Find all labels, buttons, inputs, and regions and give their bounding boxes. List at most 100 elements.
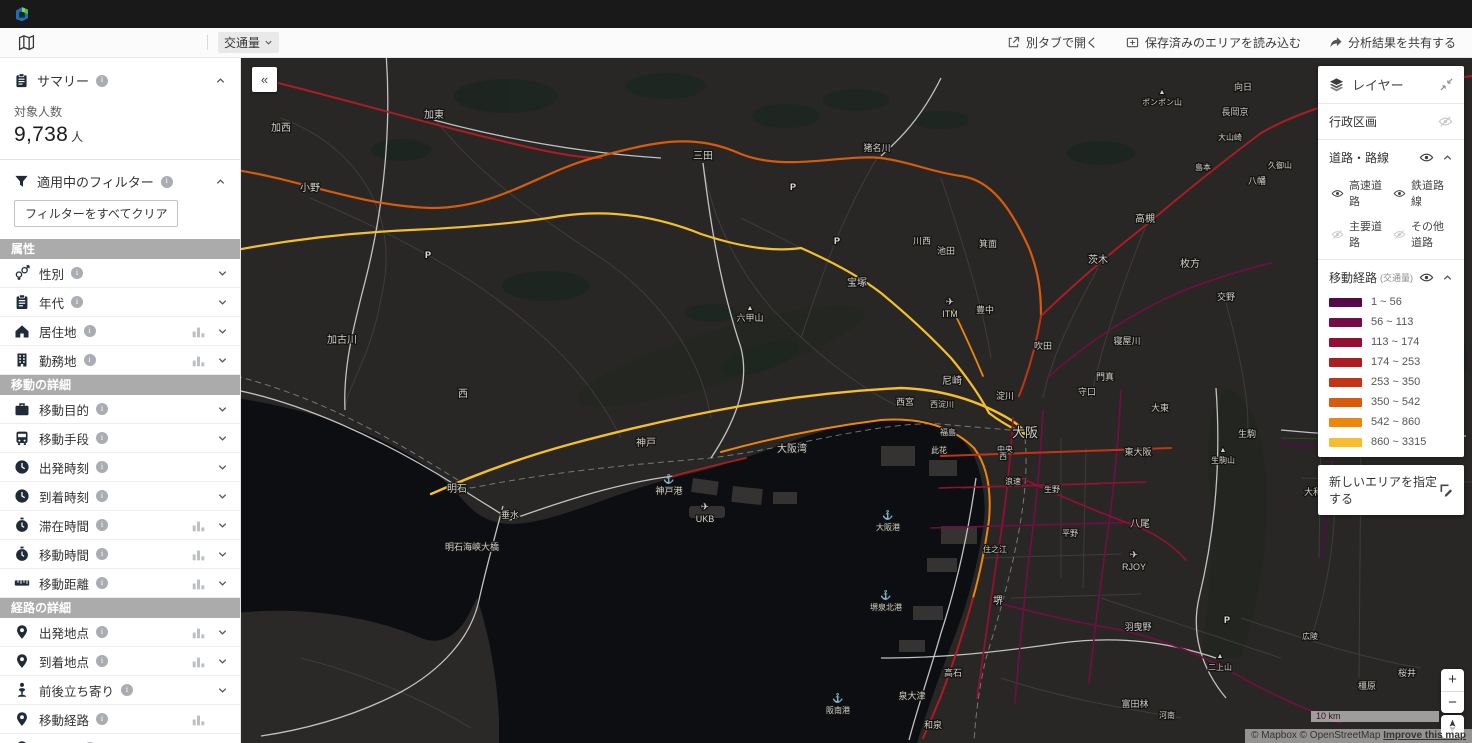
chevron-up-icon[interactable] — [215, 75, 226, 86]
info-icon[interactable] — [96, 626, 109, 638]
filter-row[interactable]: 滞在時間 — [0, 511, 240, 540]
clear-filters-button[interactable]: フィルターをすべてクリア — [14, 200, 179, 227]
info-icon[interactable] — [96, 490, 109, 502]
info-icon[interactable] — [96, 519, 109, 531]
histogram-icon[interactable] — [191, 547, 206, 562]
target-count-value: 9,738 人 — [14, 123, 84, 146]
map-place-label: 西淀川 — [930, 399, 954, 409]
chevron-down-icon[interactable] — [217, 491, 228, 502]
filter-row[interactable]: 居住地 — [0, 317, 240, 346]
chevron-down-icon[interactable] — [217, 268, 228, 279]
sublayer-toggle[interactable]: 主要道路 — [1331, 218, 1391, 250]
legend-range: 350 ~ 542 — [1371, 396, 1421, 408]
chevron-up-icon[interactable] — [1442, 152, 1453, 163]
dataset-dropdown[interactable]: 交通量 — [218, 32, 280, 53]
info-icon[interactable] — [83, 325, 96, 337]
filter-row[interactable]: 前後立ち寄り — [0, 676, 240, 705]
new-area-button[interactable]: 新しいエリアを指定する — [1318, 465, 1464, 515]
filter-row[interactable]: 性別 — [0, 259, 240, 288]
histogram-icon[interactable] — [191, 324, 206, 339]
sublayer-toggle[interactable]: 高速道路 — [1331, 177, 1391, 209]
layer-row-roads[interactable]: 道路・路線 — [1329, 149, 1453, 166]
chevron-up-icon[interactable] — [1442, 272, 1453, 283]
info-icon[interactable] — [96, 548, 109, 560]
info-icon[interactable] — [96, 713, 109, 725]
chevron-down-icon[interactable] — [217, 627, 228, 638]
info-icon[interactable] — [71, 296, 84, 308]
filters-header[interactable]: 適用中のフィルター — [0, 160, 240, 191]
toolbar-action-button[interactable]: 保存済みのエリアを読み込む — [1126, 34, 1301, 51]
eye-icon[interactable] — [1419, 270, 1434, 285]
histogram-icon[interactable] — [191, 353, 206, 368]
filter-row[interactable]: 出発時刻 — [0, 453, 240, 482]
app-logo-icon[interactable] — [13, 5, 31, 23]
info-icon[interactable] — [83, 354, 96, 366]
histogram-icon[interactable] — [191, 625, 206, 640]
layer-row-admin[interactable]: 行政区画 — [1329, 113, 1453, 130]
chevron-down-icon[interactable] — [217, 433, 228, 444]
filter-row[interactable]: 出発地点 — [0, 618, 240, 647]
chevron-down-icon[interactable] — [217, 549, 228, 560]
info-icon[interactable] — [96, 432, 109, 444]
layer-row-routes[interactable]: 移動経路 (交通量) — [1329, 269, 1453, 286]
map-canvas[interactable]: 加西 加東 小野 三田 加古川西明石 垂水 明石海峡大橋 神戸 ⚓ 神戸港 ✈ UKB 大阪湾 ▲ 六甲山宝… — [241, 58, 1472, 743]
filter-row[interactable]: 移動手段 — [0, 424, 240, 453]
map-place-label: 生駒 — [1238, 428, 1256, 439]
toolbar-action-button[interactable]: 分析結果を共有する — [1329, 34, 1456, 51]
chevron-down-icon[interactable] — [217, 326, 228, 337]
chevron-down-icon[interactable] — [217, 520, 228, 531]
filter-row[interactable]: 交通量 — [0, 734, 240, 743]
filter-row[interactable]: 移動距離 — [0, 569, 240, 598]
filter-row[interactable]: 勤務地 — [0, 346, 240, 375]
chevron-down-icon[interactable] — [217, 462, 228, 473]
traffic-legend: 1 ~ 56 56 ~ 113 113 ~ 174 174 ~ 253 253 ~ 35… — [1329, 296, 1453, 448]
histogram-icon[interactable] — [191, 576, 206, 591]
chevron-down-icon[interactable] — [217, 404, 228, 415]
zoom-out-button[interactable]: − — [1441, 691, 1464, 713]
filter-label: 移動目的 — [39, 403, 90, 418]
filter-row[interactable]: 移動経路 — [0, 705, 240, 734]
chevron-up-icon[interactable] — [215, 176, 226, 187]
info-icon[interactable] — [96, 461, 109, 473]
chevron-down-icon[interactable] — [217, 578, 228, 589]
sublayer-toggle[interactable]: その他道路 — [1393, 218, 1453, 250]
info-icon[interactable] — [96, 74, 109, 87]
histogram-icon[interactable] — [191, 654, 206, 669]
chevron-down-icon[interactable] — [217, 297, 228, 308]
eye-off-icon[interactable] — [1438, 114, 1453, 129]
map-place-label: 神戸 — [636, 436, 656, 449]
sidebar-collapse-button[interactable]: « — [252, 67, 277, 92]
filter-label: 居住地 — [39, 325, 77, 340]
filter-row[interactable]: 移動目的 — [0, 395, 240, 424]
map-place-label: ✈ — [1130, 550, 1138, 561]
filter-row[interactable]: 到着時刻 — [0, 482, 240, 511]
zoom-in-button[interactable]: + — [1441, 669, 1464, 691]
eye-off-icon[interactable] — [1393, 228, 1406, 241]
filter-row[interactable]: 到着地点 — [0, 647, 240, 676]
info-icon[interactable] — [71, 267, 84, 279]
filter-row[interactable]: 年代 — [0, 288, 240, 317]
eye-icon[interactable] — [1419, 150, 1434, 165]
sublayer-toggle[interactable]: 鉄道路線 — [1393, 177, 1453, 209]
histogram-icon[interactable] — [191, 518, 206, 533]
map-place-label: 大山崎 — [1218, 132, 1242, 142]
map-place-label: RJOY — [1122, 562, 1146, 572]
improve-map-link[interactable]: Improve this map — [1383, 730, 1466, 741]
eye-off-icon[interactable] — [1331, 228, 1344, 241]
chevron-down-icon[interactable] — [217, 355, 228, 366]
summary-header[interactable]: サマリー — [0, 58, 240, 90]
map-icon[interactable] — [18, 34, 35, 51]
eye-icon[interactable] — [1331, 187, 1344, 200]
info-icon[interactable] — [96, 577, 109, 589]
info-icon[interactable] — [160, 175, 173, 188]
collapse-panel-icon[interactable] — [1440, 78, 1453, 91]
eye-icon[interactable] — [1393, 187, 1406, 200]
filter-row[interactable]: 移動時間 — [0, 540, 240, 569]
chevron-down-icon[interactable] — [217, 685, 228, 696]
chevron-down-icon[interactable] — [217, 656, 228, 667]
info-icon[interactable] — [96, 655, 109, 667]
info-icon[interactable] — [121, 684, 134, 696]
toolbar-action-button[interactable]: 別タブで開く — [1007, 34, 1098, 51]
info-icon[interactable] — [96, 403, 109, 415]
histogram-icon[interactable] — [191, 712, 206, 727]
